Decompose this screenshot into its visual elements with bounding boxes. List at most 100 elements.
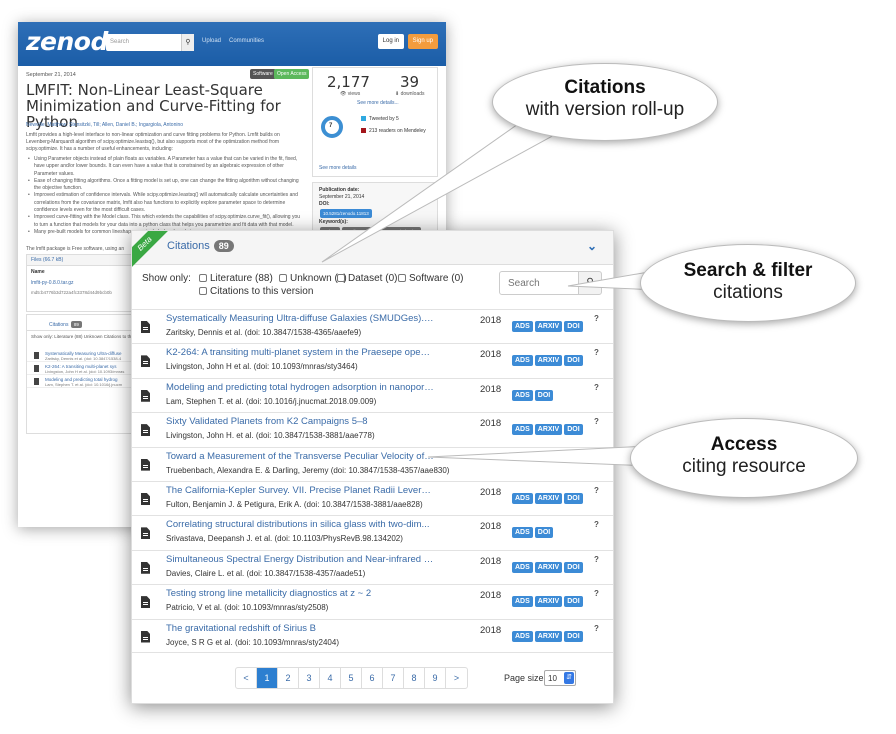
page-size-value: 10 <box>548 674 557 683</box>
arxiv-link-button[interactable]: ARXIV <box>534 424 563 436</box>
question-icon[interactable]: ? <box>594 314 599 323</box>
arxiv-link-button[interactable]: ARXIV <box>534 355 563 367</box>
citation-title[interactable]: Toward a Measurement of the Transverse P… <box>166 451 434 462</box>
citation-title[interactable]: Testing strong line metallicity diagnost… <box>166 588 434 599</box>
citation-authors: Livingston, John H. et al. <box>166 431 254 441</box>
feature-item: Improved estimation of confidence interv… <box>26 192 302 214</box>
question-icon[interactable]: ? <box>594 417 599 426</box>
filter-software[interactable]: Software (0) <box>398 273 463 284</box>
doi-link-button[interactable]: DOI <box>564 355 583 367</box>
doi-badge[interactable]: 10.5281/zenodo.11813 <box>319 208 431 219</box>
record-authors[interactable]: Newville, Matthew; Stensitzki, Till; All… <box>26 122 183 128</box>
next-page-button[interactable]: > <box>446 668 467 688</box>
arxiv-link-button[interactable]: ARXIV <box>534 561 563 573</box>
feature-item: Improved curve-fitting with the Model cl… <box>26 214 302 229</box>
doi-link-button[interactable]: DOI <box>564 561 583 573</box>
citation-year: 2018 <box>480 315 502 326</box>
citation-doi: (doi: 10.1103/PhysRevB.98.134202) <box>274 534 403 544</box>
doi-link-button[interactable]: DOI <box>564 596 583 608</box>
signup-button[interactable]: Sign up <box>407 34 438 49</box>
citations-count-badge: 89 <box>213 240 234 252</box>
login-button[interactable]: Log in <box>377 34 404 49</box>
pub-date-label: Publication date: <box>319 187 360 193</box>
citation-title[interactable]: Sixty Validated Planets from K2 Campaign… <box>166 416 434 427</box>
page-3-button[interactable]: 3 <box>299 668 320 688</box>
question-icon[interactable]: ? <box>594 555 599 564</box>
arxiv-link-button[interactable]: ARXIV <box>534 492 563 504</box>
doi-link-button[interactable]: DOI <box>564 492 583 504</box>
citations-title[interactable]: Citations 89 <box>167 240 234 252</box>
ads-link-button[interactable]: ADS <box>512 492 533 504</box>
ads-link-button[interactable]: ADS <box>512 355 533 367</box>
filter-dataset[interactable]: Dataset (0) <box>337 273 397 284</box>
citation-title[interactable]: The gravitational redshift of Sirius B <box>166 623 434 634</box>
citation-row: Modeling and predicting total hydrogen a… <box>132 377 613 412</box>
record-date: September 21, 2014 <box>26 72 76 78</box>
citation-doi: (doi: 10.1093/mnras/sty2508) <box>224 603 329 613</box>
nav-upload[interactable]: Upload <box>202 38 221 44</box>
page-5-button[interactable]: 5 <box>341 668 362 688</box>
arxiv-link-button[interactable]: ARXIV <box>534 596 563 608</box>
checkbox-icon[interactable] <box>279 274 287 282</box>
page-6-button[interactable]: 6 <box>362 668 383 688</box>
question-icon[interactable]: ? <box>594 486 599 495</box>
page-9-button[interactable]: 9 <box>425 668 446 688</box>
citation-search-input[interactable] <box>499 271 579 295</box>
doi-value[interactable]: 10.5281/zenodo.11813 <box>320 209 372 218</box>
checkbox-icon[interactable] <box>199 274 207 282</box>
filter-this-version[interactable]: Citations to this version <box>199 286 313 297</box>
checkbox-icon[interactable] <box>398 274 406 282</box>
citation-row: Testing strong line metallicity diagnost… <box>132 584 613 618</box>
citation-row: Toward a Measurement of the Transverse P… <box>132 446 613 481</box>
doi-link-button[interactable]: DOI <box>534 389 554 401</box>
downloads-label: ⬇ downloads <box>395 91 425 97</box>
ads-link-button[interactable]: ADS <box>512 389 533 401</box>
doi-link-button[interactable]: DOI <box>564 424 583 436</box>
ads-link-button[interactable]: ADS <box>512 561 533 573</box>
page-8-button[interactable]: 8 <box>404 668 425 688</box>
page-7-button[interactable]: 7 <box>383 668 404 688</box>
arxiv-link-button[interactable]: ARXIV <box>534 630 563 642</box>
arxiv-link-button[interactable]: ARXIV <box>534 321 563 332</box>
citation-title[interactable]: Systematically Measuring Ultra-diffuse G… <box>166 313 434 324</box>
feature-list: Using Parameter objects instead of plain… <box>26 156 302 237</box>
see-more-details-link-2[interactable]: See more details <box>319 165 357 171</box>
doi-link-button[interactable]: DOI <box>564 630 583 642</box>
page-2-button[interactable]: 2 <box>278 668 299 688</box>
page-4-button[interactable]: 4 <box>320 668 341 688</box>
select-arrows-icon[interactable]: ⇵ <box>564 672 574 684</box>
checkbox-icon[interactable] <box>199 287 207 295</box>
question-icon[interactable]: ? <box>594 348 599 357</box>
question-icon[interactable]: ? <box>594 589 599 598</box>
search-icon[interactable]: ⚲ <box>578 271 602 295</box>
citation-year: 2018 <box>480 383 502 395</box>
search-icon[interactable]: ⚲ <box>181 34 194 51</box>
citation-title[interactable]: Simultaneous Spectral Energy Distributio… <box>166 554 434 565</box>
page-size-select[interactable]: 10 ⇵ <box>544 670 576 686</box>
question-icon[interactable]: ? <box>594 520 599 529</box>
citation-doi: (doi: 10.1093/mnras/sty2404) <box>234 637 339 647</box>
ads-link-button[interactable]: ADS <box>512 596 533 608</box>
citation-title[interactable]: K2-264: A transiting multi-planet system… <box>166 347 434 358</box>
citation-title[interactable]: The California-Kepler Survey. VII. Preci… <box>166 485 434 496</box>
ads-link-button[interactable]: ADS <box>512 527 533 539</box>
ads-link-button[interactable]: ADS <box>512 424 533 436</box>
ads-link-button[interactable]: ADS <box>512 321 533 332</box>
citation-title[interactable]: Correlating structural distributions in … <box>166 519 434 530</box>
prev-page-button[interactable]: < <box>236 668 257 688</box>
see-more-details-link[interactable]: See more details... <box>357 100 399 106</box>
page-1-button[interactable]: 1 <box>257 668 278 688</box>
filter-literature[interactable]: Literature (88) <box>199 273 273 284</box>
doi-link-button[interactable]: DOI <box>564 321 583 332</box>
checkbox-icon[interactable] <box>337 274 345 282</box>
citations-header[interactable]: Beta Citations 89 ⌄ <box>132 231 613 274</box>
chevron-down-icon[interactable]: ⌄ <box>587 239 597 253</box>
citation-title[interactable]: Modeling and predicting total hydrogen a… <box>166 382 434 393</box>
question-icon[interactable]: ? <box>594 624 599 633</box>
question-icon[interactable]: ? <box>594 383 599 392</box>
ads-link-button[interactable]: ADS <box>512 630 533 642</box>
nav-communities[interactable]: Communities <box>229 38 264 44</box>
doi-label: DOI: <box>319 201 330 207</box>
doi-link-button[interactable]: DOI <box>534 527 554 539</box>
document-icon <box>141 527 150 540</box>
